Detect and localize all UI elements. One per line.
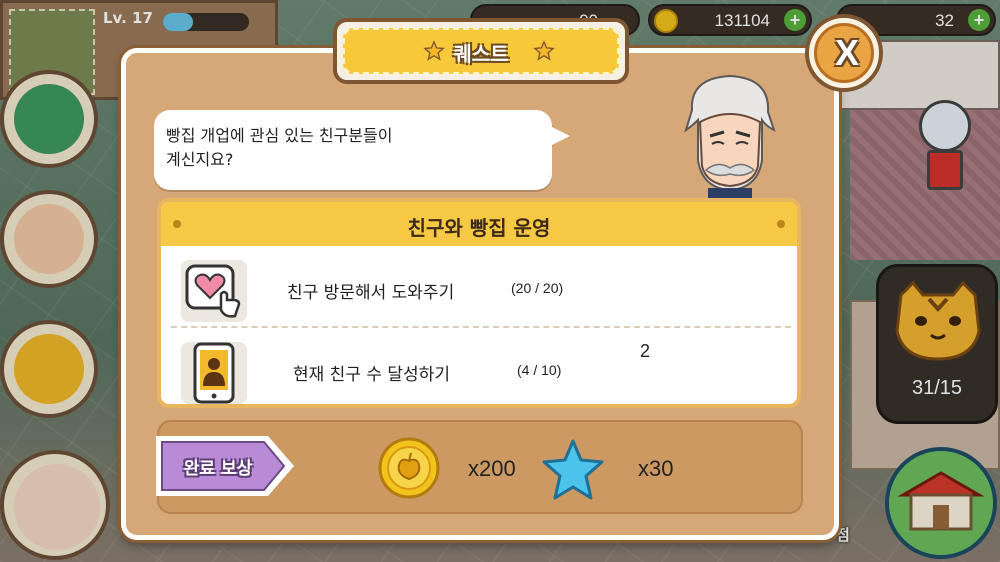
star-icon <box>533 40 555 61</box>
phone-friend-icon <box>181 342 247 404</box>
gold-coin-icon <box>378 437 440 499</box>
quest-card: 친구와 빵집 운영 친구 방문해서 도와주기 (20 / 20) 현재 친구 수… <box>157 198 801 408</box>
quest-label: 친구 방문해서 도와주기 <box>287 283 455 303</box>
stray-number: 2 <box>640 341 651 361</box>
close-button[interactable]: X <box>805 14 883 92</box>
quest-progress: (4 / 10) <box>517 362 562 378</box>
quest-divider <box>171 326 791 328</box>
quest-title-plate: 퀘스트 <box>333 18 629 84</box>
quest-progress: (20 / 20) <box>511 280 564 296</box>
star-reward-qty: x30 <box>638 456 674 481</box>
npc-dialogue: 빵집 개업에 관심 있는 친구분들이 계신지요? <box>166 126 393 169</box>
quest-group-header: 친구와 빵집 운영 <box>161 202 797 246</box>
speech-bubble: 빵집 개업에 관심 있는 친구분들이 계신지요? <box>154 110 570 190</box>
close-icon: X <box>814 23 874 83</box>
quest-label: 현재 친구 수 달성하기 <box>293 365 450 385</box>
close-label: X <box>834 32 859 73</box>
quest-title: 퀘스트 <box>453 42 509 66</box>
blue-star-icon <box>542 439 604 500</box>
quest-row: 친구 방문해서 도와주기 (20 / 20) <box>161 254 797 326</box>
quest-group-title: 친구와 빵집 운영 <box>407 216 551 240</box>
elder-npc-portrait <box>684 74 776 200</box>
coin-reward-qty: x200 <box>468 456 516 481</box>
heart-tap-icon <box>181 260 247 322</box>
quest-row: 현재 친구 수 달성하기 (4 / 10) <box>161 336 797 404</box>
reward-label: 완료 보상 <box>183 459 253 479</box>
